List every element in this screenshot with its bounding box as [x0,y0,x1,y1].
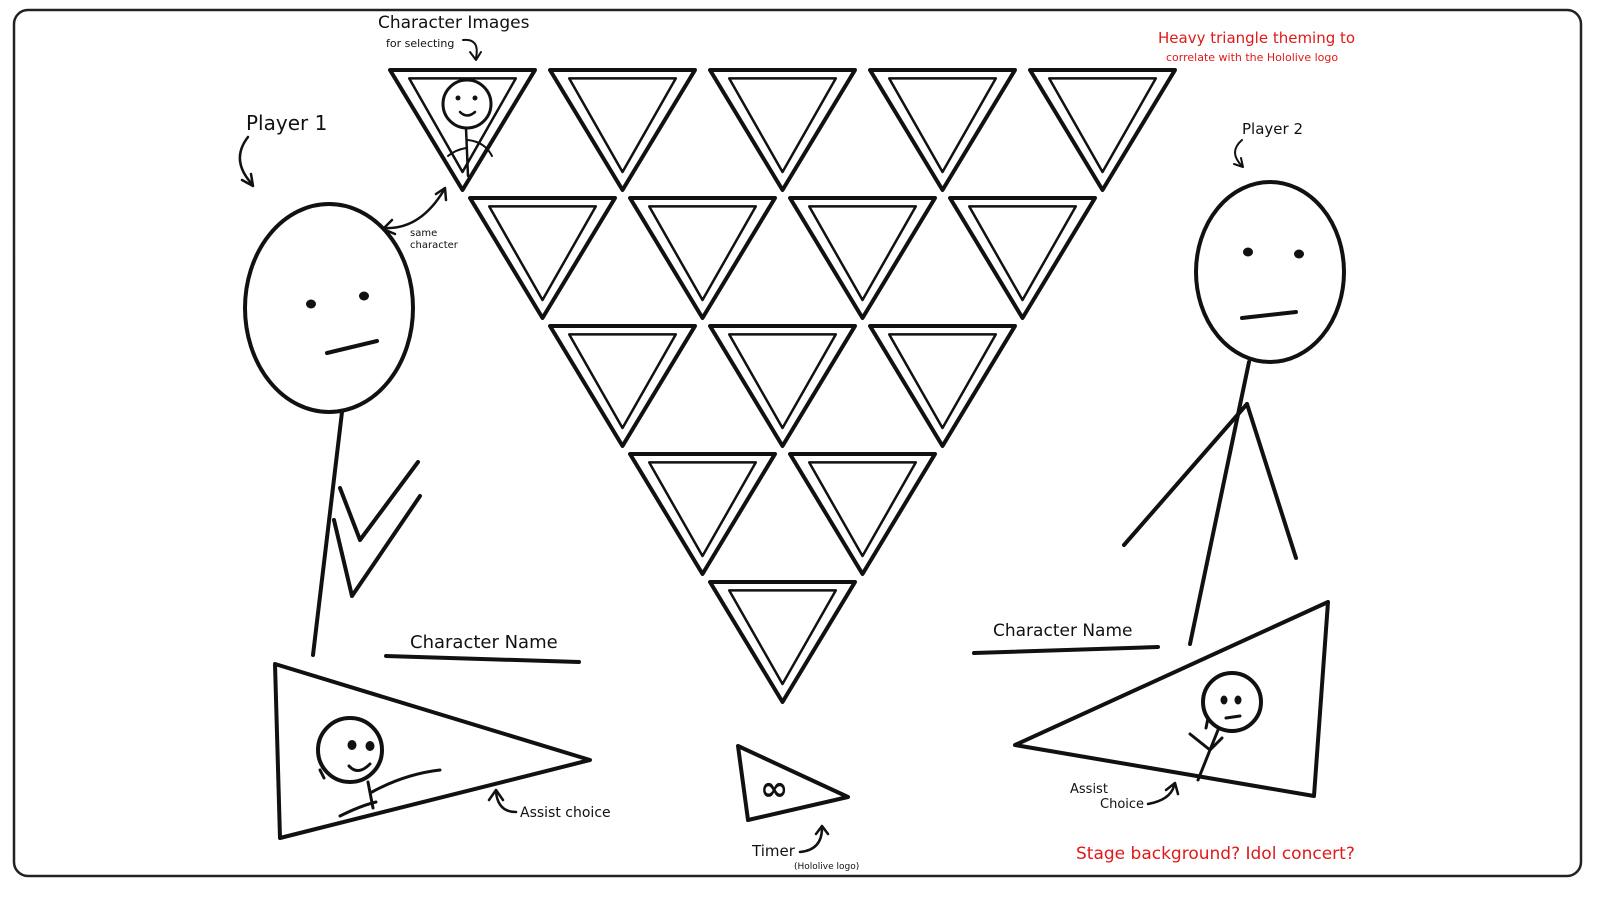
label-assist-right-1: Assist [1070,782,1108,797]
timer-infinity-icon: ∞ [760,769,788,809]
label-player-1: Player 1 [246,111,327,135]
label-for-selecting: for selecting [386,37,454,50]
label-player-2: Player 2 [1242,120,1303,138]
label-assist-choice-left: Assist choice [520,805,611,821]
sketch-canvas: Character Images for selecting Player 1 … [12,8,1583,878]
label-character: character [410,240,459,251]
label-character-images: Character Images [378,13,530,33]
note-triangle-theming-2: correlate with the Hololive logo [1166,51,1338,64]
label-same: same [410,228,437,239]
label-assist-right-2: Choice [1100,797,1144,812]
note-triangle-theming-1: Heavy triangle theming to [1158,29,1355,47]
frame-border [12,8,1583,878]
note-stage-background: Stage background? Idol concert? [1076,844,1355,864]
label-timer: Timer [751,842,796,860]
label-hololive-logo: (Hololive logo) [794,862,859,872]
character-name-left: Character Name [410,632,558,653]
character-name-right: Character Name [993,621,1133,641]
